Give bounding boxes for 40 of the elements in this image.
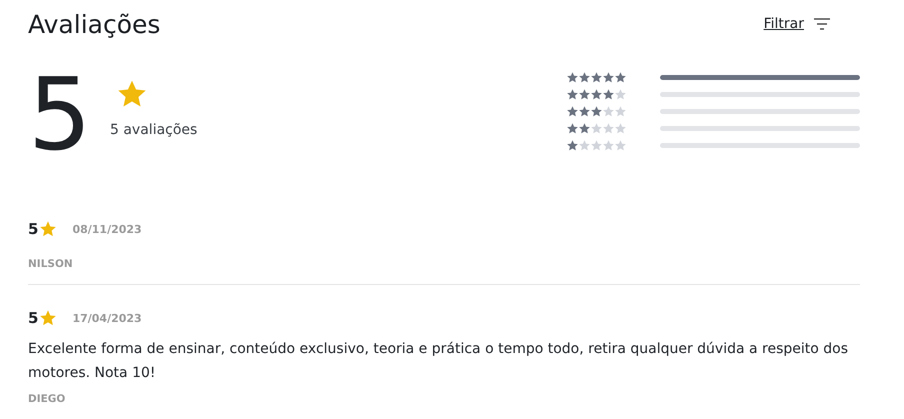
star-icon: [567, 140, 578, 151]
star-icon: [118, 80, 146, 108]
star-icon: [615, 106, 626, 117]
star-icon: [40, 310, 56, 326]
star-icon: [40, 221, 56, 237]
average-rating: 5: [28, 70, 93, 160]
star-icon: [591, 123, 602, 134]
star-icon: [579, 72, 590, 83]
star-icon: [615, 140, 626, 151]
star-icon: [579, 89, 590, 100]
star-icon: [579, 140, 590, 151]
star-icon: [567, 123, 578, 134]
review-author: NILSON: [28, 258, 74, 270]
star-icon: [591, 89, 602, 100]
review-date: 08/11/2023: [72, 222, 142, 236]
review-count: 5 avaliações: [110, 122, 198, 138]
star-icon: [567, 106, 578, 117]
review-author: DIEGO: [28, 393, 66, 405]
star-icon: [615, 72, 626, 83]
star-icon: [567, 72, 578, 83]
star-icon: [603, 123, 614, 134]
review-text: Excelente forma de ensinar, conteúdo exclusivo, teoria e prática o tempo todo, retira qualquer dúvida a respeito dos motores. Nota 10!: [28, 340, 850, 383]
filter-icon: [814, 18, 830, 30]
page-title: Avaliações: [28, 10, 160, 38]
star-icon: [579, 106, 590, 117]
review-rating: 5: [28, 309, 38, 327]
star-icon: [603, 72, 614, 83]
star-icon: [603, 106, 614, 117]
review-rating: 5: [28, 220, 38, 238]
star-icon: [591, 72, 602, 83]
star-icon: [603, 89, 614, 100]
star-icon: [591, 140, 602, 151]
star-icon: [615, 89, 626, 100]
star-icon: [567, 89, 578, 100]
star-icon: [579, 123, 590, 134]
filter-button[interactable]: Filtrar: [764, 16, 830, 32]
star-icon: [591, 106, 602, 117]
review-date: 17/04/2023: [72, 312, 142, 324]
star-icon: [615, 123, 626, 134]
star-icon: [603, 140, 614, 151]
